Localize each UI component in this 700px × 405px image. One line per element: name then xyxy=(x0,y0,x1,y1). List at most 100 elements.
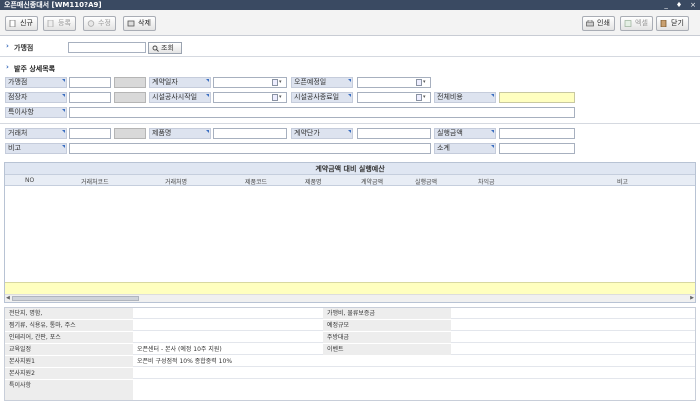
order-store-label: 가맹점 xyxy=(5,77,67,88)
info-value[interactable] xyxy=(133,380,695,391)
grid-col-vendor-name[interactable]: 거래처명 xyxy=(165,177,187,186)
construction-end-input[interactable]: ▾ xyxy=(357,92,431,103)
construction-start-input[interactable]: ▾ xyxy=(213,92,287,103)
construction-start-label: 시설공사시작일 xyxy=(149,92,211,103)
new-button-label: 신규 xyxy=(20,19,33,27)
info-value-right[interactable] xyxy=(451,308,695,319)
search-store-input[interactable] xyxy=(68,42,146,53)
grid-col-product-name[interactable]: 제품명 xyxy=(305,177,322,186)
vendor-input[interactable] xyxy=(69,128,111,139)
scroll-left-icon[interactable]: ◀ xyxy=(6,295,10,301)
search-store-label: 가맹점 xyxy=(14,44,34,52)
grid-col-vendor-code[interactable]: 거래처코드 xyxy=(81,177,109,186)
grid-col-no[interactable]: NO xyxy=(25,177,34,184)
edit-icon xyxy=(87,20,95,27)
product-input[interactable] xyxy=(213,128,287,139)
scroll-thumb[interactable] xyxy=(12,296,139,301)
info-table: 전단지, 명함, 가맹비, 물류보증금 찜기류, 식용유, 통마, 주스 예정규… xyxy=(4,307,696,401)
info-label-right: 이벤트 xyxy=(323,344,451,355)
total-amount-input[interactable] xyxy=(499,92,575,103)
scroll-right-icon[interactable]: ▶ xyxy=(690,295,694,301)
chevron-down-icon[interactable]: ▾ xyxy=(279,94,285,101)
info-label: 본사지원1 xyxy=(5,356,133,367)
edit-button-label: 수정 xyxy=(98,19,111,27)
section-divider xyxy=(0,123,700,124)
close-button[interactable]: 닫기 xyxy=(656,16,689,31)
remarks-input[interactable] xyxy=(69,143,431,154)
delete-button[interactable]: 삭제 xyxy=(123,16,156,31)
owner-input[interactable] xyxy=(69,92,111,103)
order-store-lookup[interactable] xyxy=(114,77,146,88)
info-value[interactable] xyxy=(133,368,695,379)
info-value-right[interactable] xyxy=(451,344,695,355)
grid-horizontal-scrollbar[interactable]: ◀ ▶ xyxy=(5,294,695,302)
subtotal-label: 소계 xyxy=(434,143,496,154)
info-row: 전단지, 명함, 가맹비, 물류보증금 xyxy=(5,308,695,319)
register-icon xyxy=(47,20,54,27)
window-controls: _ ♦ × xyxy=(664,0,696,10)
chevron-down-icon[interactable]: ▾ xyxy=(423,94,429,101)
restore-button[interactable]: ♦ xyxy=(676,0,682,10)
info-label: 특이사항 xyxy=(5,380,133,400)
exit-door-icon xyxy=(660,20,667,27)
grid-col-remarks[interactable]: 비고 xyxy=(617,177,628,186)
info-value-right[interactable] xyxy=(451,320,695,331)
chevron-right-icon: › xyxy=(6,42,9,50)
info-value-right[interactable] xyxy=(451,332,695,343)
excel-icon xyxy=(624,20,632,27)
info-row: 교육일정 오픈센터 - 본사 (예정 10주 지원) 이벤트 xyxy=(5,344,695,355)
info-label: 전단지, 명함, xyxy=(5,308,133,319)
search-button[interactable]: 조회 xyxy=(148,42,182,54)
info-value[interactable]: 오픈센터 - 본사 (예정 10주 지원) xyxy=(133,344,323,355)
grid-col-exec-amount[interactable]: 실행금액 xyxy=(415,177,437,186)
info-row: 본사지원2 xyxy=(5,368,695,379)
budget-grid: 계약금액 대비 실행예산 NO 거래처코드 거래처명 제품코드 제품명 계약금액… xyxy=(4,162,696,303)
contract-amount-input[interactable] xyxy=(499,128,575,139)
info-label-right: 예정규모 xyxy=(323,320,451,331)
calendar-icon[interactable] xyxy=(272,94,278,101)
info-value[interactable] xyxy=(133,332,323,343)
window-title: 오픈매신종대서 [WM110?A9] xyxy=(0,0,700,10)
grid-col-margin[interactable]: 차익금 xyxy=(478,177,495,186)
order-notes-input[interactable] xyxy=(69,107,575,118)
subtotal-input[interactable] xyxy=(499,143,575,154)
unit-price-input[interactable] xyxy=(357,128,431,139)
unit-price-label: 계약단가 xyxy=(291,128,353,139)
register-button[interactable]: 등록 xyxy=(43,16,76,31)
open-date-label: 오픈예정일 xyxy=(291,77,353,88)
excel-button[interactable]: 엑셀 xyxy=(620,16,653,31)
new-button[interactable]: 신규 xyxy=(5,16,38,31)
info-label: 인테리어, 간판, 포스 xyxy=(5,332,133,343)
open-date-input[interactable]: ▾ xyxy=(357,77,431,88)
chevron-down-icon[interactable]: ▾ xyxy=(423,79,429,86)
info-row: 인테리어, 간판, 포스 주방대금 xyxy=(5,332,695,343)
close-button-label: 닫기 xyxy=(671,19,684,27)
info-label: 교육일정 xyxy=(5,344,133,355)
contract-date-input[interactable]: ▾ xyxy=(213,77,287,88)
minimize-button[interactable]: _ xyxy=(664,0,668,10)
calendar-icon[interactable] xyxy=(416,94,422,101)
calendar-icon[interactable] xyxy=(272,79,278,86)
chevron-down-icon[interactable]: ▾ xyxy=(279,79,285,86)
construction-end-label: 시설공사종료일 xyxy=(291,92,353,103)
info-value[interactable] xyxy=(133,308,323,319)
calendar-icon[interactable] xyxy=(416,79,422,86)
search-button-label: 조회 xyxy=(161,44,174,52)
edit-button[interactable]: 수정 xyxy=(83,16,116,31)
info-label: 본사지원2 xyxy=(5,368,133,379)
vendor-label: 거래처 xyxy=(5,128,67,139)
owner-lookup[interactable] xyxy=(114,92,146,103)
order-store-input[interactable] xyxy=(69,77,111,88)
print-button[interactable]: 인쇄 xyxy=(582,16,615,31)
grid-col-contract-amount[interactable]: 계약금액 xyxy=(361,177,383,186)
excel-button-label: 엑셀 xyxy=(635,19,648,27)
info-value[interactable] xyxy=(133,320,323,331)
total-amount-label: 전체비용 xyxy=(434,92,496,103)
vendor-lookup[interactable] xyxy=(114,128,146,139)
delete-button-label: 삭제 xyxy=(138,19,151,27)
owner-label: 점장자 xyxy=(5,92,67,103)
grid-col-product-code[interactable]: 제품코드 xyxy=(245,177,267,186)
close-window-button[interactable]: × xyxy=(690,0,696,10)
print-button-label: 인쇄 xyxy=(597,19,610,27)
info-value[interactable]: 오픈비 구성점적 10% 종합중력 10% xyxy=(133,356,695,367)
